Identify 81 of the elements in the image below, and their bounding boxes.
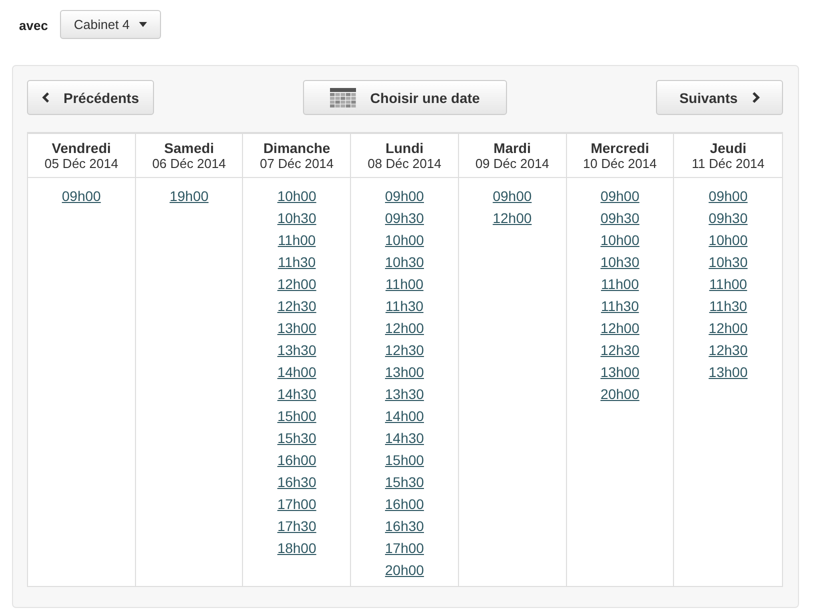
time-slot-link[interactable]: 11h00 bbox=[386, 273, 424, 295]
time-slot-link[interactable]: 17h00 bbox=[385, 537, 424, 559]
filter-label: avec bbox=[19, 18, 48, 33]
day-name: Lundi bbox=[385, 140, 424, 156]
time-slot-link[interactable]: 16h00 bbox=[385, 493, 424, 515]
time-slot-link[interactable]: 14h30 bbox=[385, 427, 424, 449]
day-date: 10 Déc 2014 bbox=[583, 156, 657, 172]
time-slot-link[interactable]: 16h00 bbox=[277, 449, 316, 471]
time-slot-link[interactable]: 17h30 bbox=[277, 515, 316, 537]
time-slot-link[interactable]: 11h30 bbox=[278, 251, 316, 273]
time-slot-link[interactable]: 13h00 bbox=[385, 361, 424, 383]
time-slot-link[interactable]: 10h30 bbox=[708, 251, 748, 273]
time-slot-link[interactable]: 11h00 bbox=[709, 273, 748, 295]
cabinet-dropdown[interactable]: Cabinet 4 bbox=[60, 10, 161, 39]
day-date: 06 Déc 2014 bbox=[152, 156, 226, 172]
day-name: Jeudi bbox=[710, 140, 746, 156]
day-name: Dimanche bbox=[263, 140, 330, 156]
time-slot-link[interactable]: 20h00 bbox=[600, 383, 640, 405]
day-date: 07 Déc 2014 bbox=[260, 156, 334, 172]
time-slot-link[interactable]: 11h30 bbox=[600, 295, 639, 317]
time-slot-link[interactable]: 13h30 bbox=[385, 383, 424, 405]
time-slot-link[interactable]: 11h30 bbox=[709, 295, 748, 317]
day-date: 09 Déc 2014 bbox=[475, 156, 550, 172]
time-slot-link[interactable]: 09h00 bbox=[62, 185, 101, 207]
time-slot-link[interactable]: 15h30 bbox=[277, 427, 316, 449]
day-date: 08 Déc 2014 bbox=[368, 156, 442, 172]
day-date: 11 Déc 2014 bbox=[692, 156, 765, 172]
time-slot-link[interactable]: 10h00 bbox=[708, 229, 748, 251]
time-slot-link[interactable]: 13h00 bbox=[708, 361, 748, 383]
pick-date-button[interactable]: Choisir une date bbox=[303, 80, 507, 115]
time-slot-link[interactable]: 12h00 bbox=[385, 317, 424, 339]
day-name: Mardi bbox=[494, 140, 531, 156]
time-slot-link[interactable]: 15h00 bbox=[385, 449, 424, 471]
time-slot-link[interactable]: 12h30 bbox=[600, 339, 640, 361]
time-slot-link[interactable]: 14h00 bbox=[385, 405, 424, 427]
day-name: Samedi bbox=[164, 140, 214, 156]
next-button[interactable]: Suivants bbox=[656, 80, 783, 115]
time-slot-link[interactable]: 10h30 bbox=[600, 251, 640, 273]
time-slot-link[interactable]: 12h00 bbox=[277, 273, 316, 295]
time-slot-link[interactable]: 11h00 bbox=[600, 273, 639, 295]
time-slot-link[interactable]: 09h30 bbox=[385, 207, 424, 229]
time-slot-link[interactable]: 10h00 bbox=[277, 185, 316, 207]
time-slot-link[interactable]: 16h30 bbox=[385, 515, 424, 537]
time-slot-link[interactable]: 11h00 bbox=[278, 229, 316, 251]
time-slot-link[interactable]: 17h00 bbox=[277, 493, 316, 515]
time-slot-link[interactable]: 15h00 bbox=[277, 405, 316, 427]
time-slot-link[interactable]: 16h30 bbox=[277, 471, 316, 493]
time-slot-link[interactable]: 09h00 bbox=[492, 185, 532, 207]
day-date: 05 Déc 2014 bbox=[44, 156, 118, 172]
time-slot-link[interactable]: 14h00 bbox=[277, 361, 316, 383]
time-slot-link[interactable]: 11h30 bbox=[386, 295, 424, 317]
time-slot-link[interactable]: 12h30 bbox=[277, 295, 316, 317]
time-slot-link[interactable]: 12h00 bbox=[492, 207, 532, 229]
calendar-icon bbox=[330, 88, 356, 108]
time-slot-link[interactable]: 13h30 bbox=[277, 339, 316, 361]
time-slot-link[interactable]: 10h30 bbox=[385, 251, 424, 273]
time-slot-link[interactable]: 09h00 bbox=[708, 185, 748, 207]
time-slot-link[interactable]: 10h00 bbox=[385, 229, 424, 251]
time-slot-link[interactable]: 18h00 bbox=[277, 537, 316, 559]
time-slot-link[interactable]: 09h30 bbox=[708, 207, 748, 229]
time-slot-link[interactable]: 14h30 bbox=[277, 383, 316, 405]
day-name: Vendredi bbox=[52, 140, 111, 156]
day-name: Mercredi bbox=[590, 140, 650, 156]
time-slot-link[interactable]: 15h30 bbox=[385, 471, 424, 493]
time-slot-link[interactable]: 19h00 bbox=[170, 185, 209, 207]
time-slot-link[interactable]: 10h00 bbox=[600, 229, 640, 251]
time-slot-link[interactable]: 12h30 bbox=[385, 339, 424, 361]
time-slot-link[interactable]: 09h00 bbox=[600, 185, 640, 207]
time-slot-link[interactable]: 10h30 bbox=[277, 207, 316, 229]
caret-icon bbox=[138, 22, 147, 27]
time-slot-link[interactable]: 09h00 bbox=[385, 185, 424, 207]
time-slot-link[interactable]: 12h00 bbox=[708, 317, 748, 339]
chevron-right-icon bbox=[752, 92, 760, 103]
time-slot-link[interactable]: 20h00 bbox=[385, 559, 424, 581]
time-slot-link[interactable]: 13h00 bbox=[277, 317, 316, 339]
chevron-left-icon bbox=[42, 92, 50, 103]
time-slot-link[interactable]: 13h00 bbox=[600, 361, 640, 383]
time-slot-link[interactable]: 12h30 bbox=[708, 339, 748, 361]
time-slot-link[interactable]: 12h00 bbox=[600, 317, 640, 339]
time-slot-link[interactable]: 09h30 bbox=[600, 207, 640, 229]
previous-button[interactable]: Précédents bbox=[27, 80, 154, 115]
